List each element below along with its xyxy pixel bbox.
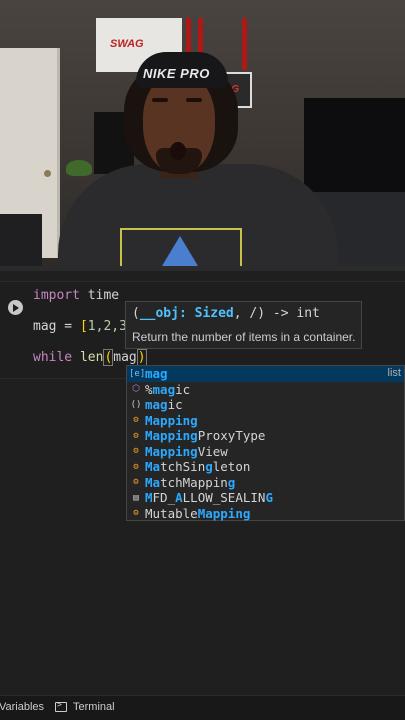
- suggestion-label: MFD_ALLOW_SEALING: [145, 490, 273, 505]
- label-part: ic: [175, 381, 191, 397]
- suggestion-item[interactable]: ⚙ MatchSingleton: [127, 459, 404, 475]
- label-part: View: [197, 443, 228, 459]
- webcam-feed: SWAG AG NIKE PRO: [0, 0, 405, 266]
- person-eyebrow: [186, 98, 202, 102]
- signature-text: (__obj: Sized, /) -> int: [132, 306, 320, 321]
- autocomplete-list[interactable]: [e] mag list ⬡ %magic () magic ⚙ Mapping…: [126, 365, 405, 521]
- open-paren: (: [103, 349, 114, 366]
- terminal-tab[interactable]: Terminal: [73, 701, 115, 713]
- function-len: len: [79, 350, 104, 365]
- suggestion-item[interactable]: ▤ MFD_ALLOW_SEALING: [127, 490, 404, 506]
- signature-help-popup: (__obj: Sized, /) -> int Return the numb…: [125, 301, 362, 349]
- shirt-graphic-triangle: [162, 236, 198, 266]
- suggestion-item[interactable]: ⚙ MatchMapping: [127, 475, 404, 491]
- background-tv: [304, 98, 405, 194]
- class-icon: ⚙: [133, 430, 139, 441]
- signature-doc: Return the number of items in a containe…: [132, 330, 356, 344]
- class-icon: ⚙: [133, 446, 139, 457]
- match-text: M: [145, 490, 153, 506]
- code-line-2[interactable]: mag = [1,2,3,: [33, 319, 135, 334]
- code-line-1[interactable]: import time: [33, 288, 119, 303]
- background-plant: [66, 160, 92, 176]
- suggestion-item[interactable]: () magic: [127, 397, 404, 413]
- person-eyebrow: [152, 98, 168, 102]
- suggestion-item[interactable]: [e] mag list: [127, 366, 404, 382]
- variable-assign: mag =: [33, 319, 80, 334]
- suggestion-label: MutableMapping: [145, 506, 250, 521]
- argument-mag: mag: [113, 350, 137, 365]
- label-part: ic: [167, 397, 183, 413]
- label-part: utable: [152, 505, 198, 521]
- close-paren: ): [136, 349, 147, 366]
- suggestion-label: MappingProxyType: [145, 428, 265, 443]
- suggestion-label: %magic: [145, 382, 190, 397]
- run-cell-icon[interactable]: [8, 300, 23, 315]
- match-text: Mapping: [145, 412, 198, 428]
- suggestion-item[interactable]: ⚙ MappingProxyType: [127, 428, 404, 444]
- label-part: %: [145, 381, 153, 397]
- variable-icon: [e]: [129, 368, 146, 379]
- suggestion-item[interactable]: ⚙ MappingView: [127, 444, 404, 460]
- module-name: time: [79, 288, 120, 303]
- suggestion-label: MatchSingleton: [145, 459, 250, 474]
- headband-text: NIKE PRO: [143, 66, 210, 81]
- match-text: A: [175, 490, 183, 506]
- variables-tab[interactable]: Variables: [0, 701, 44, 713]
- suggestion-label: MatchMapping: [145, 475, 235, 490]
- constant-icon: ▤: [133, 492, 139, 503]
- suggestion-label: magic: [145, 397, 183, 412]
- sig-open: (: [132, 306, 140, 321]
- class-icon: ⚙: [133, 461, 139, 472]
- sig-rest: , /) -> int: [233, 306, 320, 321]
- magic-function-icon: (): [130, 399, 142, 410]
- match-text: G: [265, 490, 273, 506]
- label-part: M: [145, 505, 153, 521]
- label-part: ProxyType: [197, 428, 266, 444]
- suggestion-label: MappingView: [145, 444, 228, 459]
- label-part: FD_: [152, 490, 176, 506]
- class-icon: ⚙: [133, 477, 139, 488]
- background-chair: [0, 214, 42, 266]
- person-mouth: [170, 142, 186, 160]
- suggestion-item[interactable]: ⚙ Mapping: [127, 413, 404, 429]
- label-part: LLOW_SEALIN: [182, 490, 266, 506]
- suggestion-label: mag: [145, 366, 168, 381]
- class-icon: ⚙: [133, 508, 139, 519]
- match-text: Ma: [145, 459, 161, 475]
- match-text: g: [205, 459, 213, 475]
- match-text: Mapping: [145, 443, 198, 459]
- terminal-icon[interactable]: [55, 700, 67, 712]
- suggestion-label: Mapping: [145, 413, 198, 428]
- suggestion-item[interactable]: ⬡ %magic: [127, 382, 404, 398]
- suggestion-detail: list: [387, 367, 401, 379]
- class-icon: ⚙: [133, 415, 139, 426]
- match-text: g: [227, 474, 236, 490]
- list-bracket: [: [79, 319, 88, 334]
- hanging-medal: [242, 18, 247, 70]
- keyword-while: while: [33, 350, 73, 365]
- keyword-import: import: [33, 288, 80, 303]
- suggestion-item[interactable]: ⚙ MutableMapping: [127, 506, 404, 522]
- poster-text: SWAG: [110, 38, 144, 50]
- doorknob: [44, 170, 51, 177]
- match-text: Mapping: [197, 505, 251, 521]
- label-part: leton: [212, 459, 251, 475]
- bottom-status-bar: Variables Terminal: [0, 695, 405, 720]
- match-text: mag: [145, 366, 168, 382]
- label-part: tchSin: [160, 459, 206, 475]
- active-parameter: __obj: Sized: [139, 306, 234, 321]
- match-text: ma: [152, 381, 168, 397]
- match-text: g: [167, 381, 176, 397]
- code-line-3[interactable]: while len(mag): [33, 349, 147, 366]
- match-text: mag: [145, 397, 168, 413]
- match-text: Ma: [145, 474, 161, 490]
- match-text: Mapping: [145, 428, 198, 444]
- magic-command-icon: ⬡: [132, 384, 140, 395]
- label-part: tchMappin: [160, 474, 228, 490]
